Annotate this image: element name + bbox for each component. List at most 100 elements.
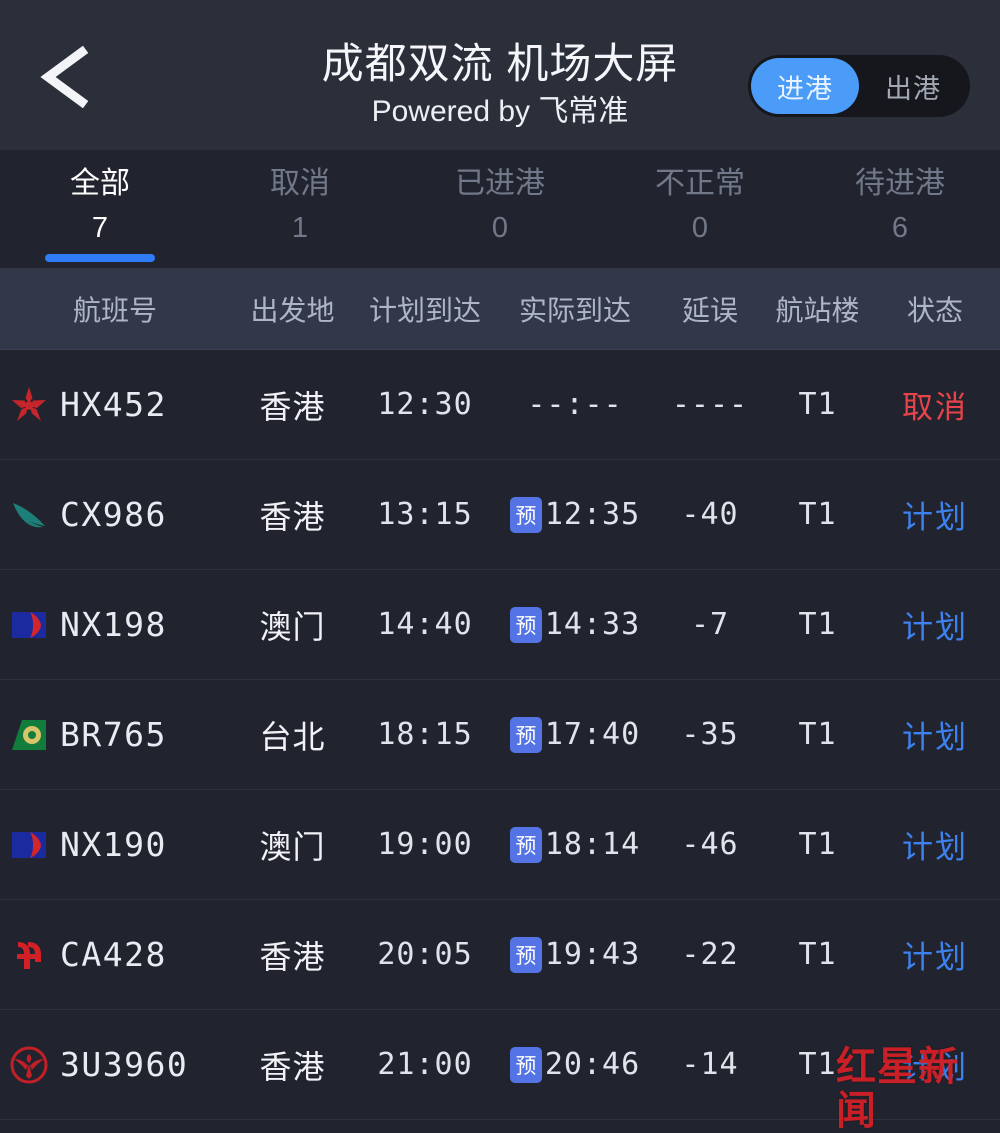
actual-time-cell: 预 19:43 (495, 936, 655, 973)
tab-count: 0 (491, 212, 509, 244)
air-china-logo-icon (8, 934, 50, 976)
flight-number: 3U3960 (60, 1045, 189, 1084)
scheduled-time: 20:05 (377, 937, 473, 972)
flight-cell: BR765 (0, 714, 230, 756)
status-badge: 计划 (902, 830, 968, 865)
terminal: T1 (798, 717, 837, 752)
delay-minutes: -22 (681, 937, 739, 972)
flight-number: CA428 (60, 935, 167, 974)
actual-time: 20:46 (544, 1047, 641, 1082)
estimated-badge: 预 (509, 716, 542, 753)
status-badge: 计划 (902, 1050, 968, 1085)
flight-cell: NX190 (0, 824, 230, 866)
table-row[interactable]: BR765 台北 18:15 预 17:40 -35 T1 计划 (0, 680, 1000, 790)
terminal: T1 (798, 827, 837, 862)
scheduled-time: 19:00 (377, 827, 473, 862)
back-button[interactable] (36, 46, 96, 108)
tab-cancelled[interactable]: 取消 1 (200, 150, 400, 268)
origin-city: 台北 (259, 718, 326, 755)
actual-time-cell: 预 12:35 (495, 496, 655, 533)
column-header-flight: 航班号 (72, 294, 157, 326)
actual-time: 17:40 (544, 717, 641, 752)
chevron-left-icon (40, 46, 89, 108)
column-header-status: 状态 (906, 294, 963, 326)
estimated-badge: 预 (509, 606, 542, 643)
tab-count: 7 (91, 212, 109, 244)
air-macau-logo-icon (8, 604, 50, 646)
status-badge: 取消 (902, 390, 968, 425)
delay-minutes: -7 (690, 607, 730, 642)
hong-kong-airlines-logo-icon (8, 384, 50, 426)
table-row[interactable]: NX198 澳门 14:40 预 14:33 -7 T1 计划 (0, 570, 1000, 680)
terminal: T1 (798, 1047, 837, 1082)
terminal: T1 (798, 607, 837, 642)
origin-city: 澳门 (259, 828, 326, 865)
tab-active-indicator (45, 254, 155, 262)
actual-time-cell: --:-- (495, 387, 655, 422)
scheduled-time: 12:30 (377, 387, 473, 422)
terminal: T1 (798, 937, 837, 972)
actual-time-cell: 预 20:46 (495, 1046, 655, 1083)
tab-arrived[interactable]: 已进港 0 (400, 150, 600, 268)
flight-cell: 3U3960 (0, 1044, 230, 1086)
table-row[interactable]: NX190 澳门 19:00 预 18:14 -46 T1 计划 (0, 790, 1000, 900)
tab-label: 全部 (70, 167, 130, 200)
delay-minutes: -46 (681, 827, 739, 862)
flight-cell: HX452 (0, 384, 230, 426)
flight-number: BR765 (60, 715, 167, 754)
tab-count: 6 (891, 212, 909, 244)
column-header-scheduled: 计划到达 (368, 294, 481, 326)
tab-pending-arrival[interactable]: 待进港 6 (800, 150, 1000, 268)
tab-abnormal[interactable]: 不正常 0 (600, 150, 800, 268)
origin-city: 香港 (259, 1048, 326, 1085)
flight-rows: HX452 香港 12:30 --:-- ---- T1 取消 CX986 香港 13:15 预 12… (0, 350, 1000, 1120)
tab-count: 0 (691, 212, 709, 244)
estimated-badge: 预 (509, 496, 542, 533)
toggle-departure[interactable]: 出港 (859, 58, 967, 114)
cathay-pacific-logo-icon (8, 494, 50, 536)
actual-time: 14:33 (544, 607, 641, 642)
origin-city: 香港 (259, 498, 326, 535)
origin-city: 香港 (259, 938, 326, 975)
flight-number: NX190 (60, 825, 167, 864)
flight-cell: CA428 (0, 934, 230, 976)
terminal: T1 (798, 497, 837, 532)
column-header-origin: 出发地 (250, 294, 335, 326)
origin-city: 香港 (259, 388, 326, 425)
estimated-badge: 预 (509, 1046, 542, 1083)
scheduled-time: 14:40 (377, 607, 473, 642)
eva-air-logo-icon (8, 714, 50, 756)
scheduled-time: 18:15 (377, 717, 473, 752)
actual-time-cell: 预 14:33 (495, 606, 655, 643)
flight-number: NX198 (60, 605, 167, 644)
tab-count: 1 (291, 212, 309, 244)
table-row[interactable]: 3U3960 香港 21:00 预 20:46 -14 T1 计划 (0, 1010, 1000, 1120)
status-badge: 计划 (902, 940, 968, 975)
arrival-departure-toggle[interactable]: 进港 出港 (748, 55, 970, 117)
delay-minutes: -40 (681, 497, 739, 532)
status-badge: 计划 (902, 720, 968, 755)
air-macau-logo-icon (8, 824, 50, 866)
tab-label: 已进港 (455, 167, 545, 200)
flight-cell: CX986 (0, 494, 230, 536)
column-header-delay: 延误 (681, 294, 738, 326)
estimated-badge: 预 (509, 826, 542, 863)
actual-time: --:-- (527, 387, 623, 422)
tab-all[interactable]: 全部 7 (0, 150, 200, 268)
actual-time: 18:14 (544, 827, 641, 862)
scheduled-time: 21:00 (377, 1047, 473, 1082)
column-header-actual: 实际到达 (518, 294, 631, 326)
terminal: T1 (798, 387, 837, 422)
tab-label: 待进港 (855, 167, 945, 200)
delay-minutes: -14 (681, 1047, 739, 1082)
flight-number: HX452 (60, 385, 167, 424)
airport-flight-board: 成都双流 机场大屏 Powered by 飞常准 进港 出港 全部 7 取消 1… (0, 0, 1000, 1133)
toggle-arrival[interactable]: 进港 (751, 58, 859, 114)
actual-time: 12:35 (544, 497, 641, 532)
origin-city: 澳门 (259, 608, 326, 645)
table-row[interactable]: HX452 香港 12:30 --:-- ---- T1 取消 (0, 350, 1000, 460)
table-row[interactable]: CA428 香港 20:05 预 19:43 -22 T1 计划 (0, 900, 1000, 1010)
flight-number: CX986 (60, 495, 167, 534)
table-row[interactable]: CX986 香港 13:15 预 12:35 -40 T1 计划 (0, 460, 1000, 570)
tab-label: 取消 (270, 167, 330, 200)
